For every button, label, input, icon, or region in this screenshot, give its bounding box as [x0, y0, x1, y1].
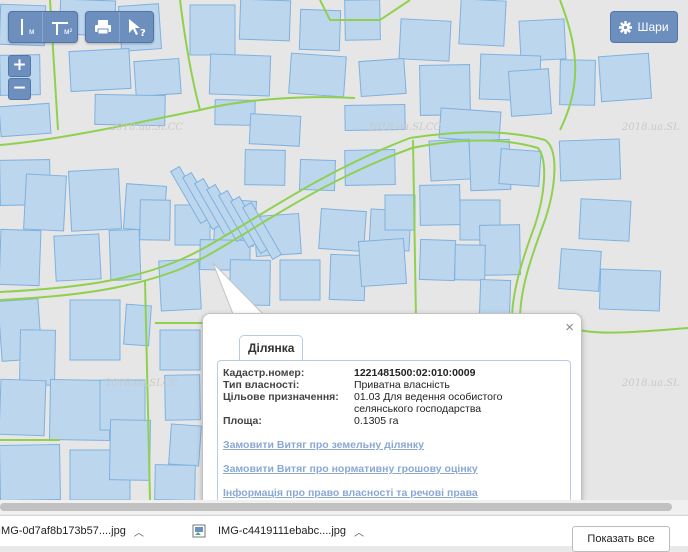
parcel[interactable] [384, 194, 416, 231]
field-cadastral-number: Кадастр.номер: 1221481500:02:010:0009 [223, 367, 476, 379]
parcel[interactable] [428, 138, 472, 182]
parcel[interactable] [597, 52, 653, 103]
parcel[interactable] [357, 237, 408, 288]
popup-pointer [212, 262, 265, 315]
parcel[interactable] [108, 228, 142, 282]
parcel[interactable] [419, 184, 461, 226]
print-button[interactable] [86, 12, 119, 42]
zoom-in-button[interactable]: + [8, 55, 31, 77]
measure-toolbar: м м² [8, 11, 78, 43]
field-ownership-type: Тип власності: Приватна власність [223, 379, 450, 391]
parcel[interactable] [168, 423, 202, 467]
watermark: 2018.ua.SL [622, 378, 680, 389]
download-item[interactable]: IMG-c4419111ebabc....jpg ︿ [192, 516, 364, 546]
parcel[interactable] [0, 228, 42, 287]
parcel[interactable] [558, 248, 602, 292]
horizontal-scrollbar[interactable] [0, 500, 688, 514]
parcel[interactable] [238, 0, 292, 42]
download-filename: IMG-0d7af8b173b57....jpg [0, 525, 126, 537]
parcel[interactable] [159, 329, 201, 371]
parcel[interactable] [133, 57, 182, 98]
show-all-downloads-button[interactable]: Показать все [572, 526, 670, 552]
tools-toolbar: ? [85, 11, 154, 43]
parcel[interactable] [19, 329, 56, 386]
parcel[interactable] [69, 299, 121, 361]
download-filename: IMG-c4419111ebabc....jpg [218, 525, 347, 537]
parcel[interactable] [94, 93, 166, 127]
measure-length-button[interactable]: м [9, 12, 42, 42]
parcel[interactable] [298, 8, 342, 52]
parcel[interactable] [454, 244, 486, 281]
order-parcel-extract-link[interactable]: Замовити Витяг про земельну ділянку [223, 439, 424, 451]
parcel[interactable] [498, 148, 542, 187]
parcel[interactable] [358, 57, 407, 98]
svg-text:?: ? [140, 28, 146, 37]
measure-area-button[interactable]: м² [42, 12, 76, 42]
parcel[interactable] [139, 199, 171, 241]
download-item[interactable]: IMG-0d7af8b173b57....jpg ︿ [0, 516, 144, 546]
parcel[interactable] [244, 149, 286, 186]
parcel[interactable] [189, 4, 236, 56]
parcel[interactable] [0, 378, 47, 437]
parcel[interactable] [23, 173, 67, 232]
zoom-out-button[interactable]: − [8, 78, 31, 100]
parcel[interactable] [559, 59, 596, 106]
parcel[interactable] [578, 198, 632, 242]
parcel-info-panel: Кадастр.номер: 1221481500:02:010:0009 Ти… [217, 360, 571, 512]
parcel[interactable] [518, 18, 567, 62]
parcel[interactable] [438, 107, 502, 143]
watermark: 2018.ua.SLCC [368, 122, 442, 133]
field-purpose: Цільове призначення: 01.03 Для ведення о… [223, 391, 503, 415]
watermark: 2018.ua.SLCC [105, 378, 179, 389]
parcel[interactable] [458, 0, 507, 47]
watermark: 2018.ua.SL [622, 122, 680, 133]
scrollbar-thumb[interactable] [0, 503, 672, 511]
field-area: Площа: 0.1305 га [223, 415, 399, 427]
parcel[interactable] [507, 68, 553, 117]
order-valuation-extract-link[interactable]: Замовити Витяг про нормативну грошову оц… [223, 463, 478, 475]
parcel[interactable] [418, 238, 457, 282]
parcel[interactable] [154, 464, 196, 500]
layers-button[interactable]: Шари [610, 11, 678, 43]
close-icon[interactable]: × [565, 319, 574, 336]
layers-label: Шари [637, 20, 669, 34]
cursor-help-icon: ? [128, 19, 146, 37]
parcel[interactable] [53, 233, 102, 282]
chevron-up-icon[interactable]: ︿ [134, 524, 144, 539]
parcel[interactable] [68, 47, 132, 93]
parcel[interactable] [108, 419, 152, 481]
parcel[interactable] [67, 168, 123, 232]
parcel[interactable] [248, 113, 302, 147]
parcel[interactable] [558, 138, 622, 182]
tab-parcel[interactable]: Ділянка [239, 335, 304, 360]
parcel-popup: × Ділянка Кадастр.номер: 1221481500:02:0… [202, 313, 582, 512]
parcel[interactable] [288, 52, 347, 98]
parcel[interactable] [0, 443, 61, 500]
identify-button[interactable]: ? [119, 12, 153, 42]
parcel[interactable] [598, 268, 662, 312]
gear-icon [619, 20, 633, 34]
parcel[interactable] [0, 102, 52, 138]
ruler-unit: м [29, 27, 35, 36]
chevron-up-icon[interactable]: ︿ [354, 524, 364, 539]
parcel[interactable] [279, 259, 321, 301]
parcel[interactable] [208, 53, 272, 97]
printer-icon [94, 20, 111, 35]
image-file-icon [192, 524, 206, 538]
ownership-info-link[interactable]: Інформація про право власності та речові… [223, 487, 478, 499]
downloads-bar: IMG-0d7af8b173b57....jpg ︿ IMG-c4419111e… [0, 515, 688, 552]
area-unit: м² [64, 27, 73, 36]
watermark: 2018.ua.SLCC [110, 122, 184, 133]
parcel[interactable] [398, 18, 452, 62]
